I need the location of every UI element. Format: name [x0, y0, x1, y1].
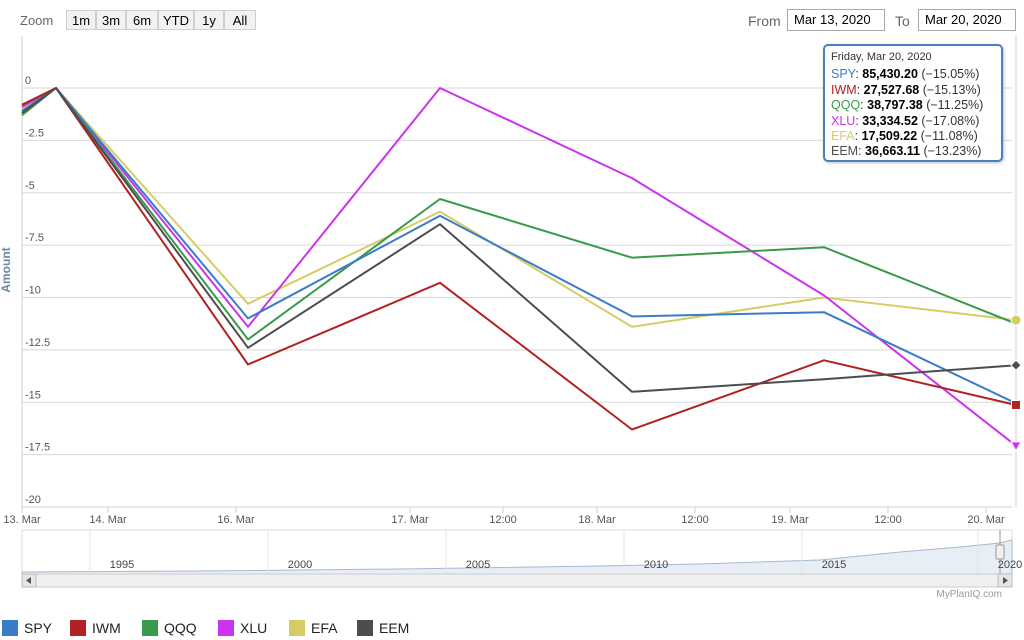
tooltip-value: 17,509.22: [861, 129, 918, 144]
end-marker-efa: [1010, 314, 1022, 326]
y-tick-label: -15: [25, 389, 41, 401]
legend-swatch: [142, 620, 158, 636]
tooltip-series-name: IWM: [831, 82, 857, 97]
y-tick-label: 0: [25, 75, 31, 87]
x-tick-label: 12:00: [681, 514, 709, 526]
tooltip-row-qqq: QQQ: 38,797.38 (−11.25%): [831, 98, 984, 113]
tooltip-row-eem: EEM: 36,663.11 (−13.23%): [831, 144, 982, 159]
tooltip-row-spy: SPY: 85,430.20 (−15.05%): [831, 67, 980, 82]
navigator-year-label: 2015: [822, 559, 846, 571]
legend-label: EEM: [379, 620, 410, 636]
navigator-year-label: 2000: [288, 559, 312, 571]
tooltip-row-xlu: XLU: 33,334.52 (−17.08%): [831, 113, 980, 128]
y-tick-label: -12.5: [25, 337, 50, 349]
scrollbar-track[interactable]: [21, 573, 1013, 588]
tooltip-value: 27,527.68: [863, 82, 920, 97]
y-axis-title: Amount: [0, 247, 13, 292]
x-tick-label: 17. Mar: [391, 514, 429, 526]
legend-label: IWM: [92, 620, 121, 636]
tooltip-series-name: QQQ: [831, 98, 861, 113]
legend: SPY IWM QQQ XLU EFA EEM: [0, 614, 1024, 640]
tooltip-change: (−17.08%): [921, 113, 980, 128]
x-tick-label: 12:00: [874, 514, 902, 526]
tooltip-row-efa: EFA: 17,509.22 (−11.08%): [831, 129, 978, 144]
x-tick-label: 16. Mar: [217, 514, 255, 526]
navigator-handle[interactable]: [995, 544, 1005, 560]
tooltip-row-iwm: IWM: 27,527.68 (−15.13%): [831, 82, 981, 97]
tooltip-change: (−11.25%): [926, 98, 984, 113]
legend-swatch: [289, 620, 305, 636]
x-tick-label: 12:00: [489, 514, 517, 526]
tooltip-series-name: SPY: [831, 67, 856, 82]
y-tick-label: -20: [25, 494, 41, 506]
y-tick-label: -2.5: [25, 127, 44, 139]
end-marker-xlu: [1010, 441, 1022, 452]
x-tick-label: 20. Mar: [967, 514, 1005, 526]
tooltip-change: (−13.23%): [923, 144, 982, 159]
tooltip-change: (−15.13%): [922, 82, 981, 97]
y-tick-label: -10: [25, 285, 41, 297]
y-tick-label: -17.5: [25, 442, 50, 454]
navigator-year-label: 2020: [998, 559, 1022, 571]
x-tick-label: 13. Mar: [3, 514, 41, 526]
tooltip-date: Friday, Mar 20, 2020: [831, 51, 932, 63]
navigator-year-label: 1995: [110, 559, 134, 571]
tooltip-value: 33,334.52: [862, 113, 918, 128]
legend-swatch: [2, 620, 18, 636]
end-marker-iwm: [1011, 399, 1021, 410]
end-marker-eem: [1010, 359, 1022, 371]
credit-link[interactable]: MyPlanIQ.com: [936, 589, 1002, 600]
navigator-year-label: 2010: [644, 559, 668, 571]
legend-label: QQQ: [164, 620, 197, 636]
legend-swatch: [357, 620, 373, 636]
legend-label: XLU: [240, 620, 268, 636]
x-tick-label: 19. Mar: [771, 514, 809, 526]
tooltip-value: 38,797.38: [867, 98, 923, 113]
legend-swatch: [70, 620, 86, 636]
tooltip-series-name: EEM: [831, 144, 859, 159]
x-tick-label: 18. Mar: [578, 514, 616, 526]
legend-label: EFA: [311, 620, 338, 636]
data-tooltip: Friday, Mar 20, 2020 SPY: 85,430.20 (−15…: [823, 44, 1003, 162]
tooltip-series-name: EFA: [831, 129, 855, 144]
navigator-year-label: 2005: [466, 559, 490, 571]
tooltip-change: (−15.05%): [921, 67, 980, 82]
y-tick-label: -7.5: [25, 232, 44, 244]
tooltip-value: 36,663.11: [865, 144, 920, 159]
legend-label: SPY: [24, 620, 53, 636]
y-tick-label: -5: [25, 180, 35, 192]
tooltip-value: 85,430.20: [862, 67, 918, 82]
tooltip-series-name: XLU: [831, 113, 856, 128]
legend-swatch: [218, 620, 234, 636]
navigator[interactable]: 1995 2000 2005 2010 2015 2020: [21, 529, 1022, 588]
tooltip-change: (−11.08%): [920, 129, 978, 144]
x-tick-label: 14. Mar: [89, 514, 127, 526]
